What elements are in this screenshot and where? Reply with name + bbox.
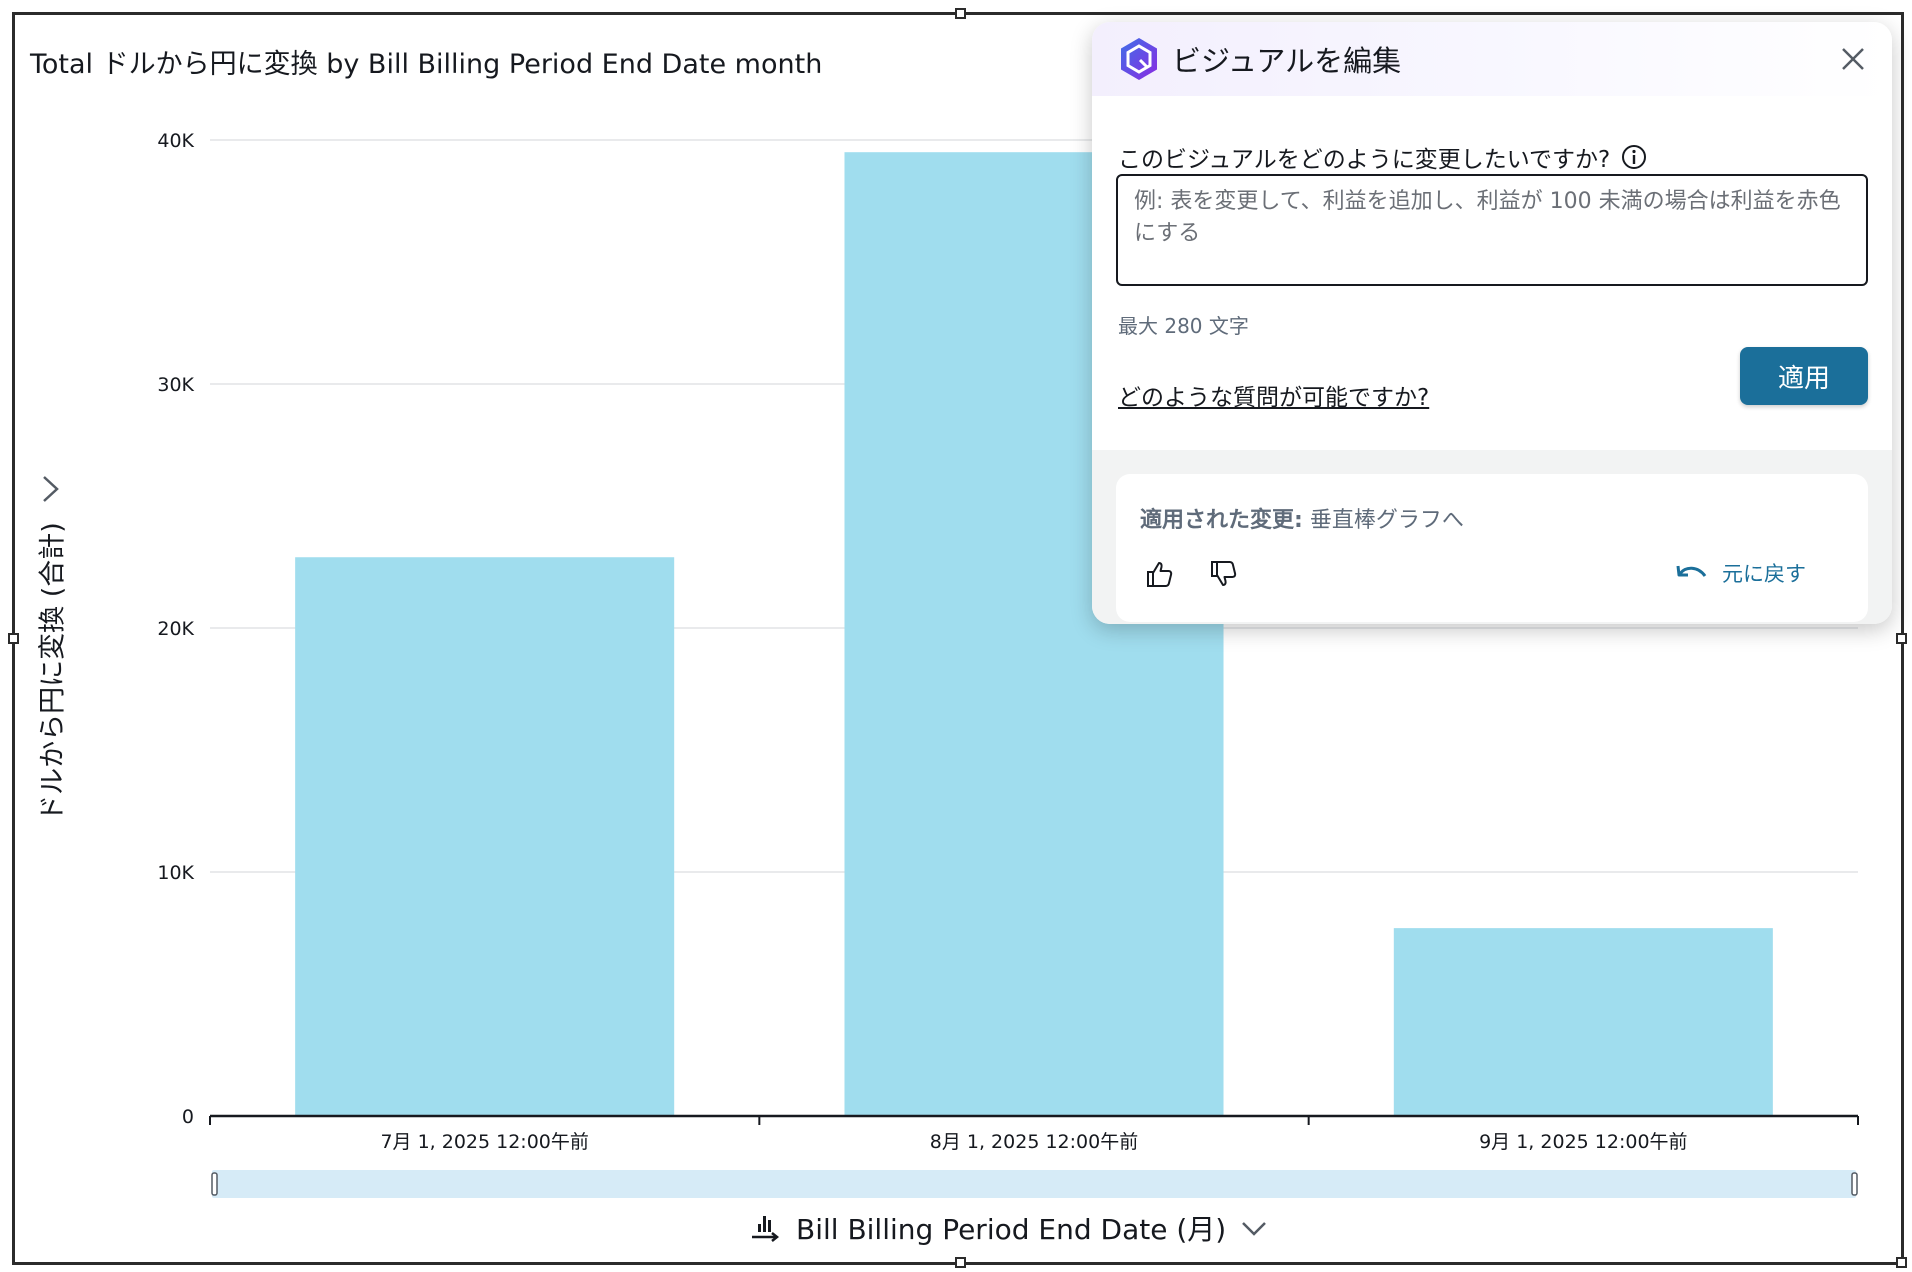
bar: [1393, 928, 1773, 1116]
sort-chart-icon: [752, 1216, 780, 1242]
x-axis-title: Bill Billing Period End Date (月): [796, 1213, 1227, 1246]
chevron-down-icon: [1242, 1222, 1267, 1236]
applied-change-text: 適用された変更: 垂直棒グラフへ: [1140, 502, 1464, 534]
panel-title: ビジュアルを編集: [1172, 44, 1402, 78]
x-tick-label: 7月 1, 2025 12:00午前: [380, 1131, 588, 1153]
close-icon[interactable]: [1838, 44, 1868, 74]
info-icon[interactable]: [1620, 143, 1648, 171]
scrollbar-handle[interactable]: [211, 1172, 218, 1196]
y-tick-label: 0: [182, 1106, 194, 1128]
panel-header: ビジュアルを編集: [1092, 22, 1892, 96]
applied-change-label: 適用された変更:: [1140, 508, 1303, 533]
question-label: このビジュアルをどのように変更したいですか?: [1118, 147, 1611, 173]
y-tick-label: 30K: [157, 374, 194, 396]
change-history: 適用された変更: 垂直棒グラフへ 元に戻す: [1092, 450, 1892, 624]
applied-change-value: 垂直棒グラフへ: [1309, 508, 1464, 533]
x-tick-label: 9月 1, 2025 12:00午前: [1479, 1131, 1687, 1153]
question-row: このビジュアルをどのように変更したいですか?: [1118, 140, 1648, 174]
thumbs-up-icon[interactable]: [1144, 558, 1176, 590]
apply-button[interactable]: 適用: [1740, 347, 1868, 405]
char-limit-hint: 最大 280 文字: [1118, 314, 1249, 338]
thumbs-down-icon[interactable]: [1208, 558, 1240, 590]
applied-change-card: 適用された変更: 垂直棒グラフへ 元に戻す: [1116, 474, 1868, 622]
prompt-input[interactable]: [1116, 174, 1868, 286]
help-questions-link[interactable]: どのような質問が可能ですか?: [1118, 378, 1429, 412]
q-assistant-logo-icon: [1121, 38, 1157, 80]
y-tick-label: 20K: [157, 618, 194, 640]
y-tick-label: 40K: [157, 130, 194, 152]
undo-icon: [1676, 565, 1707, 577]
undo-label: 元に戻す: [1722, 562, 1806, 586]
y-tick-label: 10K: [157, 862, 194, 884]
bar: [295, 557, 675, 1116]
scrollbar-handle[interactable]: [1851, 1172, 1858, 1196]
range-scrollbar[interactable]: [212, 1170, 1856, 1198]
undo-button[interactable]: 元に戻す: [1674, 558, 1806, 588]
edit-visual-panel: ビジュアルを編集 このビジュアルをどのように変更したいですか? 最大 280 文…: [1092, 22, 1892, 624]
x-tick-label: 8月 1, 2025 12:00午前: [930, 1131, 1138, 1153]
x-axis-field-selector[interactable]: Bill Billing Period End Date (月): [750, 1208, 1268, 1248]
